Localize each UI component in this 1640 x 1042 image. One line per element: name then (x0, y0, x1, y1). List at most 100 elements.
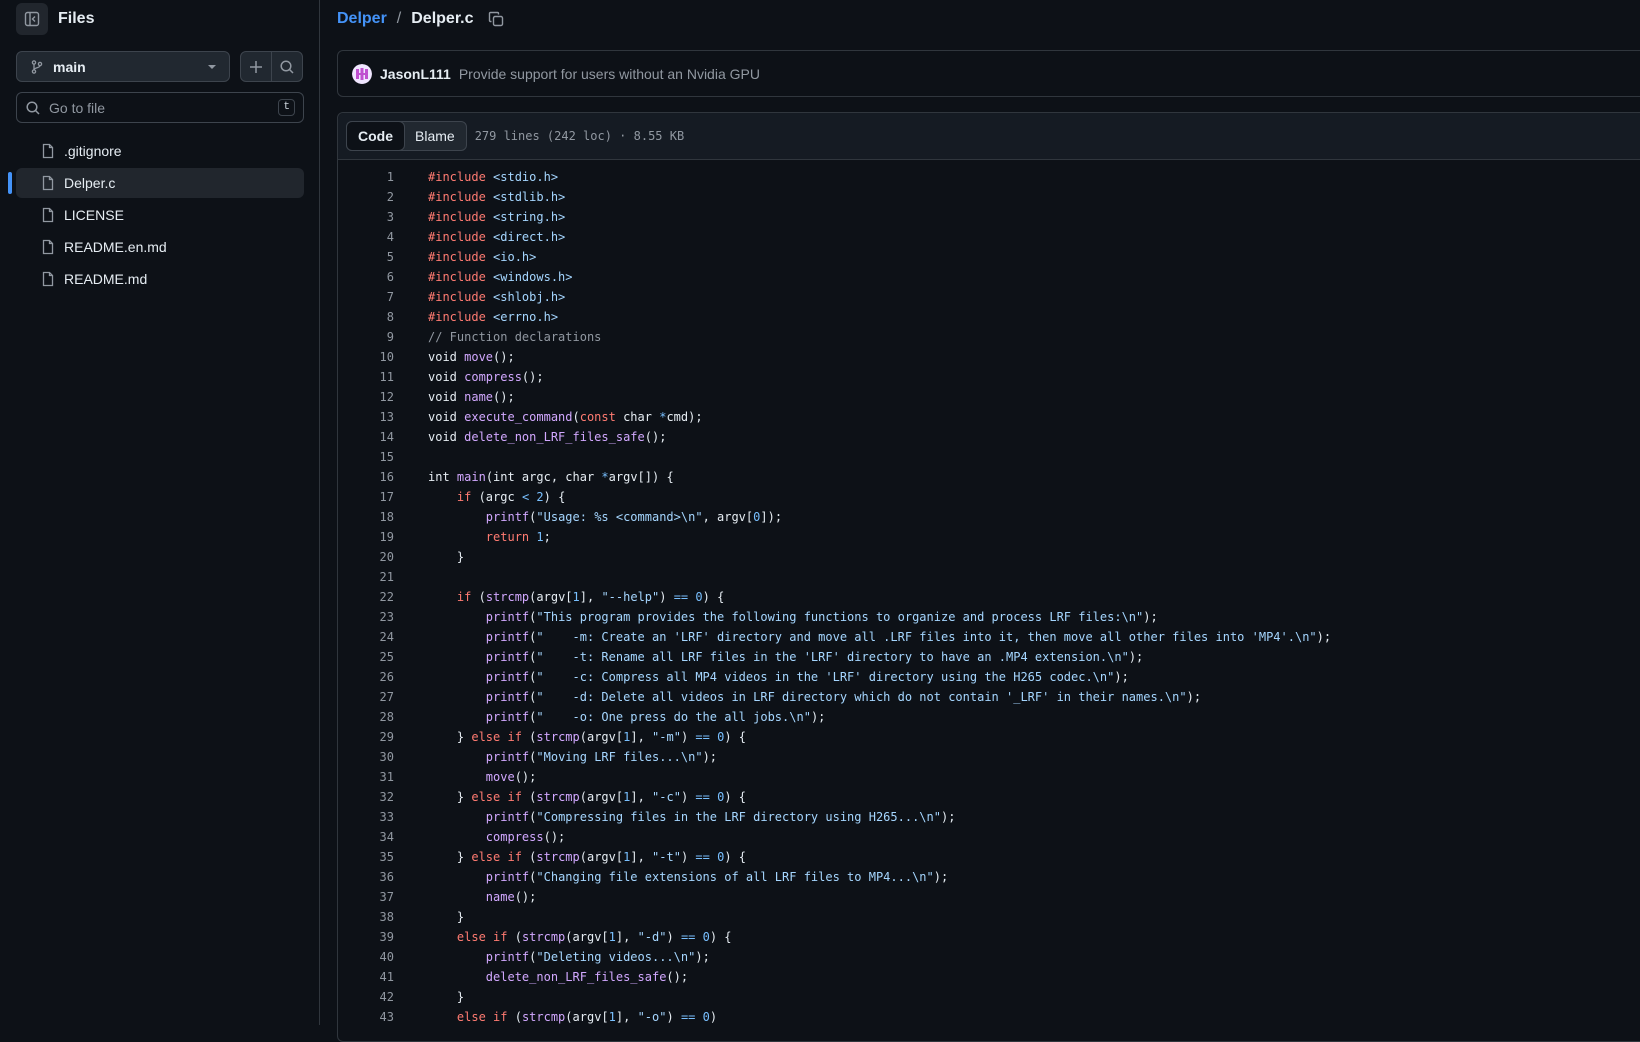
line-number[interactable]: 38 (338, 910, 394, 924)
code-token: " -m: Create an 'LRF' directory and move… (536, 630, 1317, 644)
code-line: 37 name(); (338, 887, 1640, 907)
copy-path-button[interactable] (488, 11, 504, 27)
line-number[interactable]: 30 (338, 750, 394, 764)
code-token: ); (695, 950, 710, 964)
code-token: (argv[ (565, 930, 609, 944)
line-number[interactable]: 8 (338, 310, 394, 324)
code-line: 36 printf("Changing file extensions of a… (338, 867, 1640, 887)
file-tree-item[interactable]: README.en.md (16, 232, 304, 262)
file-tree-item[interactable]: .gitignore (16, 136, 304, 166)
code-token: printf (485, 750, 530, 764)
line-number[interactable]: 16 (338, 470, 394, 484)
author-avatar[interactable] (352, 63, 372, 84)
line-number[interactable]: 21 (338, 570, 394, 584)
collapse-sidebar-button[interactable] (16, 3, 48, 35)
line-number[interactable]: 7 (338, 290, 394, 304)
code-token: "-o" (637, 1010, 667, 1024)
line-number[interactable]: 25 (338, 650, 394, 664)
line-number[interactable]: 35 (338, 850, 394, 864)
tab-code[interactable]: Code (346, 121, 405, 151)
code-text: else if (strcmp(argv[1], "-d") == 0) { (428, 930, 732, 944)
tab-blame[interactable]: Blame (404, 122, 466, 150)
commit-author[interactable]: JasonL111 (380, 66, 451, 82)
line-number[interactable]: 10 (338, 350, 394, 364)
line-number[interactable]: 28 (338, 710, 394, 724)
code-line: 39 else if (strcmp(argv[1], "-d") == 0) … (338, 927, 1640, 947)
line-number[interactable]: 27 (338, 690, 394, 704)
line-number[interactable]: 24 (338, 630, 394, 644)
code-line: 2 #include <stdlib.h> (338, 187, 1640, 207)
line-number[interactable]: 29 (338, 730, 394, 744)
line-number[interactable]: 19 (338, 530, 394, 544)
line-number[interactable]: 3 (338, 210, 394, 224)
line-number[interactable]: 4 (338, 230, 394, 244)
line-number[interactable]: 18 (338, 510, 394, 524)
file-icon (42, 207, 54, 223)
code-text: void name(); (428, 390, 515, 404)
code-text: void execute_command(const char *cmd); (428, 410, 703, 424)
line-number[interactable]: 42 (338, 990, 394, 1004)
add-file-button[interactable] (241, 52, 272, 81)
file-tree-item[interactable]: Delper.c (8, 168, 304, 198)
line-number[interactable]: 40 (338, 950, 394, 964)
file-tree-item[interactable]: README.md (16, 264, 304, 294)
commit-message[interactable]: Provide support for users without an Nvi… (459, 66, 760, 82)
code-token: printf (485, 650, 530, 664)
code-line: 4 #include <direct.h> (338, 227, 1640, 247)
code-text: #include <stdlib.h> (428, 190, 565, 204)
line-number[interactable]: 14 (338, 430, 394, 444)
line-number[interactable]: 33 (338, 810, 394, 824)
code-token: #include (428, 210, 486, 224)
line-number[interactable]: 43 (338, 1010, 394, 1024)
line-number[interactable]: 12 (338, 390, 394, 404)
code-token: else if (456, 1010, 508, 1024)
line-number[interactable]: 26 (338, 670, 394, 684)
line-number[interactable]: 2 (338, 190, 394, 204)
line-number[interactable]: 31 (338, 770, 394, 784)
line-number[interactable]: 37 (338, 890, 394, 904)
line-number[interactable]: 23 (338, 610, 394, 624)
code-line: 5 #include <io.h> (338, 247, 1640, 267)
line-number[interactable]: 41 (338, 970, 394, 984)
code-token: " -t: Rename all LRF files in the 'LRF' … (536, 650, 1129, 664)
code-text: printf("Compressing files in the LRF dir… (428, 810, 956, 824)
line-number[interactable]: 34 (338, 830, 394, 844)
code-text: move(); (428, 770, 537, 784)
code-token: (argv[ (529, 590, 573, 604)
line-number[interactable]: 20 (338, 550, 394, 564)
breadcrumb-repo-link[interactable]: Delper (337, 10, 387, 28)
line-number[interactable]: 32 (338, 790, 394, 804)
file-tree-item[interactable]: LICENSE (16, 200, 304, 230)
line-number[interactable]: 6 (338, 270, 394, 284)
search-files-button[interactable] (272, 52, 302, 81)
code-text: printf(" -c: Compress all MP4 videos in … (428, 670, 1129, 684)
code-token: else if (471, 790, 522, 804)
code-token: (); (493, 390, 515, 404)
line-number[interactable]: 11 (338, 370, 394, 384)
breadcrumb-file-name: Delper.c (411, 10, 474, 27)
go-to-file-input[interactable]: Go to file t (16, 92, 304, 123)
line-number[interactable]: 36 (338, 870, 394, 884)
branch-selector[interactable]: main (16, 51, 230, 82)
line-number[interactable]: 9 (338, 330, 394, 344)
line-number[interactable]: 15 (338, 450, 394, 464)
code-token: "This program provides the following fun… (536, 610, 1144, 624)
code-token: else if (471, 850, 522, 864)
code-text: #include <shlobj.h> (428, 290, 565, 304)
code-token: <string.h> (493, 210, 566, 224)
line-number[interactable]: 13 (338, 410, 394, 424)
code-token: (); (514, 770, 537, 784)
line-number[interactable]: 17 (338, 490, 394, 504)
line-number[interactable]: 5 (338, 250, 394, 264)
line-number[interactable]: 1 (338, 170, 394, 184)
code-token: ], (630, 790, 653, 804)
avatar-image (352, 63, 372, 84)
code-token: ( (521, 850, 537, 864)
line-number[interactable]: 22 (338, 590, 394, 604)
line-number[interactable]: 39 (338, 930, 394, 944)
